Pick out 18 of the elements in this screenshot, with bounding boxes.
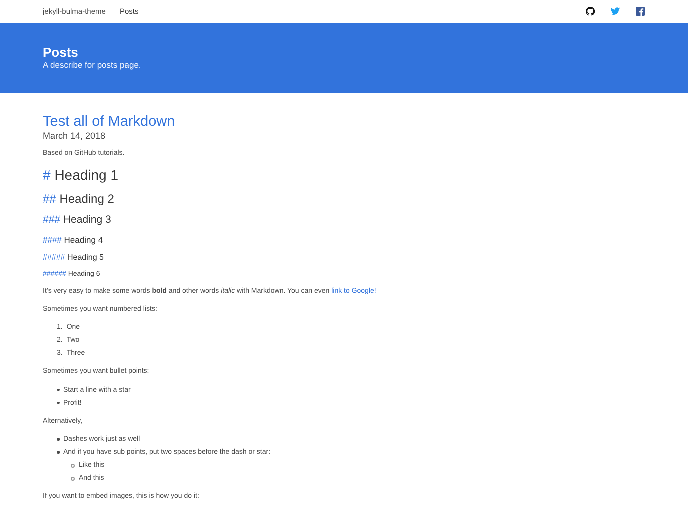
bullet-icon xyxy=(57,388,60,392)
hero-title: Posts xyxy=(43,46,80,60)
heading: # Heading 1 xyxy=(43,167,120,184)
bullet-icon xyxy=(57,451,60,454)
bullet-icon xyxy=(71,476,75,481)
post-title[interactable]: Test all of Markdown xyxy=(43,115,645,131)
bird-icon[interactable] xyxy=(611,7,620,16)
bullet-icon xyxy=(71,464,75,468)
heading: ## Heading 2 xyxy=(43,192,116,206)
heading: ##### Heading 5 xyxy=(43,253,105,263)
octocat-icon[interactable] xyxy=(586,7,595,16)
bullet-icon xyxy=(57,438,60,441)
heading: ### Heading 3 xyxy=(43,214,112,227)
bullet-icon xyxy=(57,402,60,404)
heading: #### Heading 4 xyxy=(43,234,104,245)
hero-subtitle: A describe for posts page. xyxy=(43,60,142,70)
facebook-icon[interactable] xyxy=(636,7,645,16)
post-date: March 14, 2018 xyxy=(43,130,107,141)
